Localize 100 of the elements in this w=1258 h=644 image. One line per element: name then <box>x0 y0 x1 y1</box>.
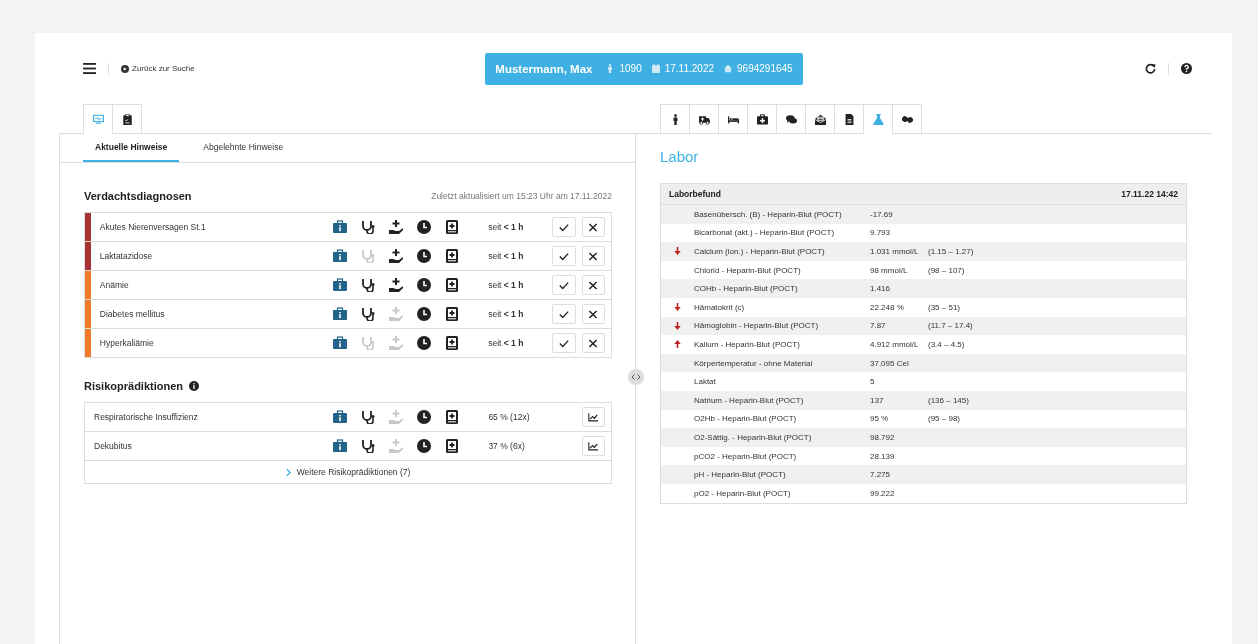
reject-button[interactable] <box>581 246 605 266</box>
table-cell-text: (1.15 – 1.27) <box>928 247 975 256</box>
reject-button[interactable] <box>581 333 605 353</box>
patient-id: 1090 <box>619 63 642 74</box>
trend-chart-button[interactable] <box>581 436 605 456</box>
back-arrow-icon <box>121 64 129 73</box>
chat-icon <box>785 113 797 125</box>
clock-icon[interactable] <box>416 336 431 350</box>
clock-icon[interactable] <box>416 249 431 263</box>
table-cell-text: 137 <box>870 395 885 405</box>
bed-icon <box>727 113 739 125</box>
close-icon <box>588 222 599 232</box>
case-info-icon[interactable] <box>332 410 347 424</box>
pills-icon <box>901 113 913 125</box>
clock-icon[interactable] <box>416 439 431 453</box>
table-cell-text: Laktat <box>694 377 717 387</box>
table-cell-text: 4.912 mmol/L <box>870 339 920 349</box>
table-cell-text: 99.222 <box>870 488 896 498</box>
diagnosis-name: Anämie <box>98 280 130 290</box>
table-cell-text: 98 mmol/L <box>870 265 909 275</box>
clock-icon[interactable] <box>416 410 431 424</box>
reject-button[interactable] <box>581 217 605 237</box>
patient-name: Mustermann, Max <box>495 62 593 75</box>
prediction-name: Respiratorische Insuffizienz <box>93 412 199 422</box>
medical-book-icon[interactable] <box>444 410 459 424</box>
refresh-icon[interactable] <box>1145 63 1156 74</box>
case-info-icon[interactable] <box>332 439 347 453</box>
case-info-icon[interactable] <box>332 278 347 292</box>
accept-button[interactable] <box>552 217 576 237</box>
table-cell-text: 1.416 <box>870 284 892 294</box>
hand-plus-icon[interactable] <box>388 220 403 234</box>
clock-icon[interactable] <box>416 307 431 321</box>
hand-plus-icon[interactable] <box>388 249 403 263</box>
panel-tab[interactable] <box>892 104 922 133</box>
clock-icon[interactable] <box>416 278 431 292</box>
table-cell-text: 7.87 <box>870 321 887 331</box>
since-label: seit < 1 h <box>488 280 525 290</box>
risk-score: 65 % (12x) <box>488 412 531 422</box>
stethoscope-icon[interactable] <box>360 220 375 234</box>
medical-book-icon[interactable] <box>444 439 459 453</box>
reject-button[interactable] <box>581 304 605 324</box>
medical-book-icon[interactable] <box>444 249 459 263</box>
help-icon[interactable] <box>1181 63 1192 74</box>
patient-date: 17.11.2022 <box>664 63 715 74</box>
medical-book-icon[interactable] <box>444 220 459 234</box>
table-cell-text: -17.69 <box>870 209 894 219</box>
stethoscope-icon[interactable] <box>360 439 375 453</box>
document-icon <box>843 113 855 125</box>
accept-button[interactable] <box>552 333 576 353</box>
ambulance-icon <box>698 113 710 125</box>
medical-book-icon[interactable] <box>444 278 459 292</box>
stethoscope-icon[interactable] <box>360 410 375 424</box>
diagnosis-name: Laktatazidose <box>98 251 154 261</box>
reject-button[interactable] <box>581 275 605 295</box>
table-cell-text: 7.275 <box>870 470 892 480</box>
checkmark-icon <box>558 222 569 232</box>
more-predictions-link[interactable]: Weitere Risikoprädiktionen (7) <box>85 461 611 484</box>
resize-handle[interactable] <box>628 369 644 385</box>
case-info-icon[interactable] <box>332 249 347 263</box>
sub-tab[interactable]: Abgelehnte Hinweise <box>191 134 296 162</box>
update-note: Zuletzt aktualisiert um 15:23 Uhr am 17.11.2022 <box>431 191 612 201</box>
since-label: seit < 1 h <box>488 222 525 232</box>
table-cell-text: (11.7 – 17.4) <box>928 321 974 331</box>
accept-button[interactable] <box>552 246 576 266</box>
table-cell-text: O2-Sättig. - Heparin-Blut (POCT) <box>694 432 813 442</box>
table-cell-text: (98 – 107) <box>928 265 966 275</box>
info-icon[interactable] <box>189 381 200 391</box>
diagnosis-name: Hyperkaliämie <box>98 338 155 348</box>
stethoscope-icon[interactable] <box>360 307 375 321</box>
medical-book-icon[interactable] <box>444 307 459 321</box>
table-cell-text: Hämoglobin - Heparin-Blut (POCT) <box>694 321 820 331</box>
table-cell-text: 98.792 <box>870 432 896 442</box>
case-info-icon[interactable] <box>332 336 347 350</box>
hand-plus-icon[interactable] <box>388 278 403 292</box>
case-info-icon[interactable] <box>332 220 347 234</box>
table-cell-text: 22.248 % <box>870 302 905 312</box>
accept-button[interactable] <box>552 275 576 295</box>
trend-chart-button[interactable] <box>581 407 605 427</box>
menu-icon[interactable] <box>83 63 96 74</box>
house-icon <box>724 64 733 73</box>
clock-icon[interactable] <box>416 220 431 234</box>
table-cell-text: pO2 - Heparin-Blut (POCT) <box>694 488 792 498</box>
close-icon <box>588 280 599 290</box>
accept-button[interactable] <box>552 304 576 324</box>
panel-tab[interactable] <box>112 104 142 133</box>
case-info-icon[interactable] <box>332 307 347 321</box>
stethoscope-icon[interactable] <box>360 278 375 292</box>
medical-book-icon[interactable] <box>444 336 459 350</box>
back-link[interactable]: Zurück zur Suche <box>121 64 195 73</box>
medkit-icon <box>756 113 768 125</box>
sub-tab[interactable]: Aktuelle Hinweise <box>83 134 180 162</box>
table-title: Laborbefund <box>669 189 721 199</box>
table-cell-text: Körpertemperatur - ohne Material <box>694 358 814 368</box>
table-cell-text: 37.095 Cel <box>870 358 910 368</box>
close-icon <box>588 309 599 319</box>
table-cell-text: 1.031 mmol/L <box>870 247 920 256</box>
table-cell-text: Natrium - Heparin-Blut (POCT) <box>694 395 805 405</box>
table-cell-text: 28.139 <box>870 451 896 461</box>
close-icon <box>588 338 599 348</box>
table-cell-text: Kalium - Heparin-Blut (POCT) <box>694 339 801 349</box>
